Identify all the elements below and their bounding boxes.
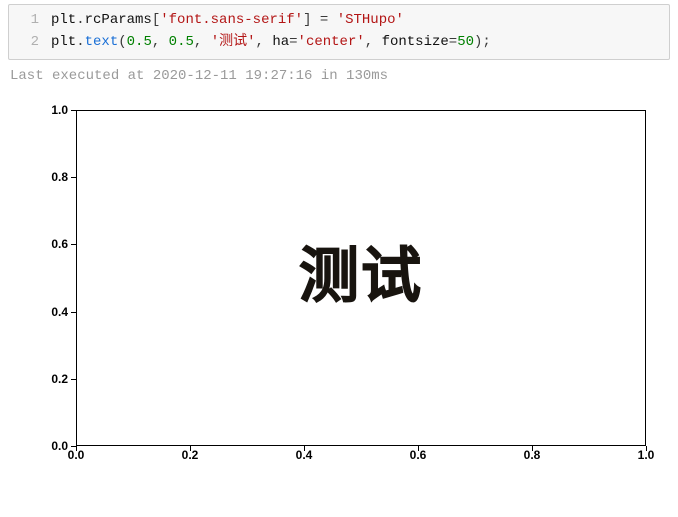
xtick-label: 0.4: [284, 448, 324, 462]
line-number: 2: [9, 31, 39, 53]
xtick-label: 0.2: [170, 448, 210, 462]
ytick-mark: [71, 177, 76, 178]
code-cell[interactable]: 1 2 plt.rcParams['font.sans-serif'] = 'S…: [8, 4, 670, 60]
line-number: 1: [9, 9, 39, 31]
code-gutter: 1 2: [9, 9, 51, 53]
code-line-2: plt.text(0.5, 0.5, '测试', ha='center', fo…: [51, 34, 491, 50]
xtick-label: 0.6: [398, 448, 438, 462]
plot-annotation-text: 测试: [299, 228, 423, 315]
ytick-mark: [71, 446, 76, 447]
plot-axes: 测试: [76, 110, 646, 446]
ytick-mark: [71, 312, 76, 313]
ytick-mark: [71, 379, 76, 380]
plot-output: 测试 0.0 0.2 0.4 0.6 0.8 1.0 0.0 0.2 0.4 0…: [14, 98, 664, 488]
ytick-label: 0.0: [34, 439, 68, 453]
ytick-label: 0.6: [34, 237, 68, 251]
ytick-label: 0.4: [34, 305, 68, 319]
execution-status: Last executed at 2020-12-11 19:27:16 in …: [0, 64, 678, 90]
code-body[interactable]: plt.rcParams['font.sans-serif'] = 'STHup…: [51, 9, 669, 53]
xtick-label: 1.0: [626, 448, 666, 462]
xtick-label: 0.8: [512, 448, 552, 462]
code-line-1: plt.rcParams['font.sans-serif'] = 'STHup…: [51, 12, 404, 28]
ytick-mark: [71, 110, 76, 111]
ytick-label: 1.0: [34, 103, 68, 117]
ytick-label: 0.2: [34, 372, 68, 386]
ytick-mark: [71, 244, 76, 245]
ytick-label: 0.8: [34, 170, 68, 184]
